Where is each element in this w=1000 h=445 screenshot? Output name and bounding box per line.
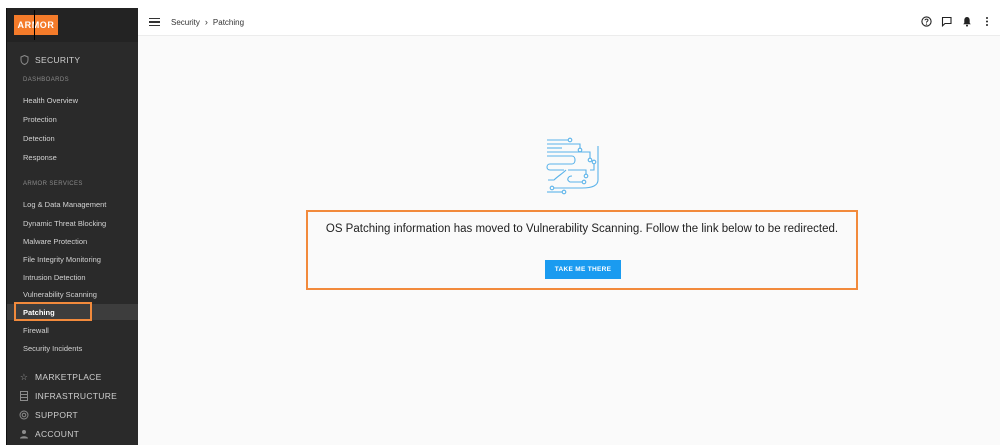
- armor-logo[interactable]: ARMOR: [14, 15, 58, 35]
- app-window: ARMOR SECURITY DASHBOARDS Health Overvie…: [0, 0, 1000, 445]
- sidebar: ARMOR SECURITY DASHBOARDS Health Overvie…: [6, 8, 138, 445]
- sidebar-section-support[interactable]: SUPPORT: [19, 410, 78, 420]
- circuit-illustration-icon: [546, 137, 599, 195]
- server-icon: [19, 391, 29, 401]
- sidebar-item-intrusion-detection[interactable]: Intrusion Detection: [23, 273, 86, 282]
- sidebar-item-security-incidents[interactable]: Security Incidents: [23, 344, 82, 353]
- bell-icon[interactable]: [961, 15, 972, 27]
- sidebar-item-health-overview[interactable]: Health Overview: [23, 96, 78, 105]
- breadcrumb-security[interactable]: Security: [171, 18, 200, 27]
- sidebar-section-marketplace[interactable]: ☆ MARKETPLACE: [19, 371, 102, 383]
- sidebar-section-security-label: SECURITY: [35, 55, 81, 65]
- more-vert-icon[interactable]: [981, 15, 992, 27]
- window-top-edge: [0, 0, 1000, 8]
- redirect-message: OS Patching information has moved to Vul…: [325, 223, 839, 235]
- group-label-armor-services: ARMOR SERVICES: [23, 181, 83, 187]
- logo-bar: ARMOR: [7, 8, 138, 42]
- redirect-notice-box: OS Patching information has moved to Vul…: [306, 210, 858, 290]
- sidebar-item-vulnerability-scanning[interactable]: Vulnerability Scanning: [23, 290, 97, 299]
- sidebar-item-response[interactable]: Response: [23, 153, 57, 162]
- chevron-right-icon: ›: [204, 17, 208, 27]
- group-label-dashboards: DASHBOARDS: [23, 77, 70, 83]
- star-icon: ☆: [19, 371, 29, 382]
- breadcrumb-patching: Patching: [212, 17, 245, 27]
- shield-icon: [19, 55, 29, 65]
- lifebuoy-icon: [19, 410, 29, 420]
- help-icon[interactable]: [921, 15, 932, 27]
- sidebar-item-file-integrity-monitoring[interactable]: File Integrity Monitoring: [23, 255, 101, 264]
- sidebar-section-account[interactable]: ACCOUNT: [19, 429, 79, 439]
- sidebar-item-malware-protection[interactable]: Malware Protection: [23, 237, 87, 246]
- sidebar-section-infrastructure-label: INFRASTRUCTURE: [35, 391, 118, 401]
- top-bar: Security › Patching: [138, 8, 1000, 36]
- user-icon: [19, 429, 29, 439]
- sidebar-item-firewall[interactable]: Firewall: [23, 326, 49, 335]
- sidebar-section-marketplace-label: MARKETPLACE: [35, 372, 102, 382]
- breadcrumb: Security › Patching: [171, 17, 244, 27]
- sidebar-item-detection[interactable]: Detection: [23, 134, 55, 143]
- patching-highlight-annotation: [14, 302, 92, 321]
- text-cursor: [34, 10, 35, 40]
- sidebar-section-security[interactable]: SECURITY: [19, 55, 80, 65]
- sidebar-item-protection[interactable]: Protection: [23, 115, 57, 124]
- hamburger-menu-icon[interactable]: [149, 18, 160, 26]
- main-content: OS Patching information has moved to Vul…: [138, 36, 1000, 445]
- chat-icon[interactable]: [941, 15, 952, 27]
- take-me-there-button[interactable]: TAKE ME THERE: [545, 260, 621, 279]
- sidebar-item-log-data-management[interactable]: Log & Data Management: [23, 200, 106, 209]
- sidebar-section-support-label: SUPPORT: [35, 410, 79, 420]
- sidebar-item-dynamic-threat-blocking[interactable]: Dynamic Threat Blocking: [23, 219, 106, 228]
- top-bar-actions: [921, 15, 992, 27]
- sidebar-section-infrastructure[interactable]: INFRASTRUCTURE: [19, 391, 117, 401]
- sidebar-section-account-label: ACCOUNT: [35, 429, 80, 439]
